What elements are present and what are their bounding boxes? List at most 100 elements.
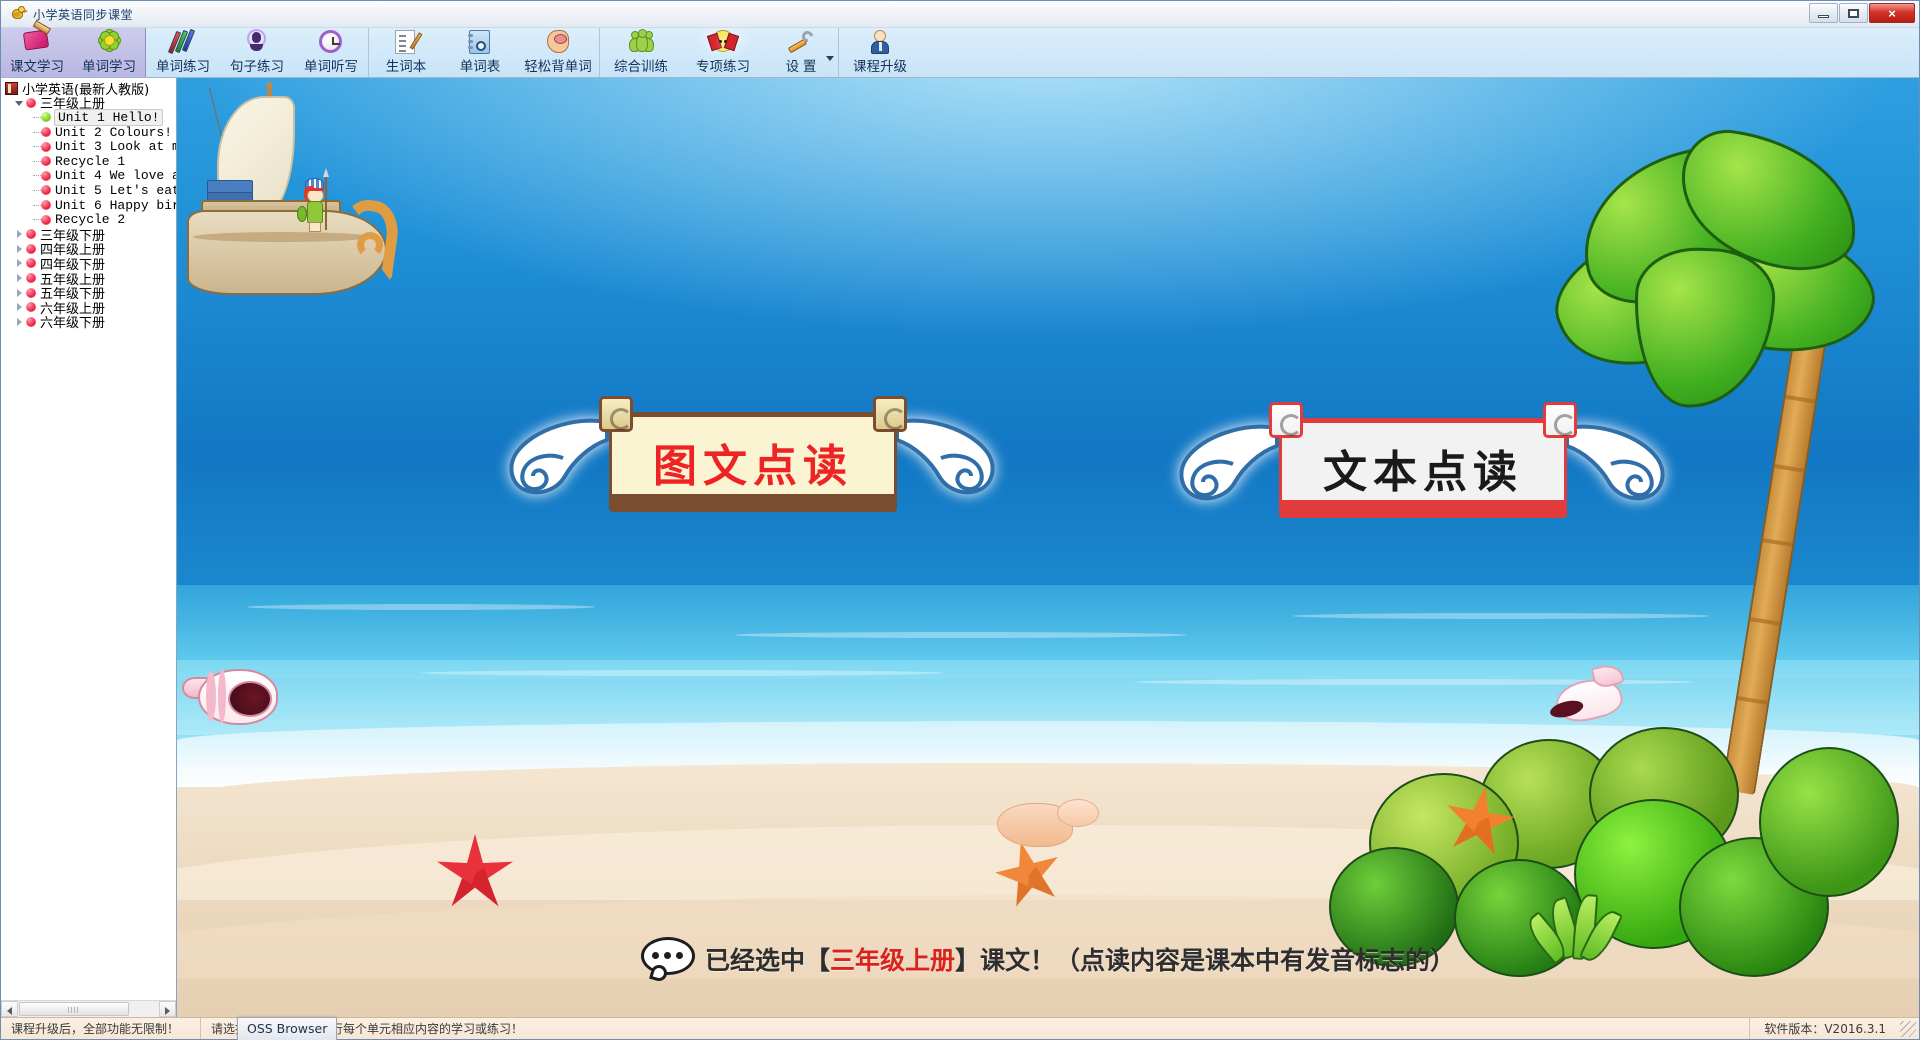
banner-text-reading[interactable]: 文本点读 [1177,396,1667,536]
main-stage: 图文点读 文本点读 已经选中【三年级上册】课文！（点读内容是课本中有发音标志的） [177,78,1919,1017]
banner-picture-text-reading[interactable]: 图文点读 [507,390,997,530]
selection-message: 已经选中【三年级上册】课文！（点读内容是课本中有发音标志的） [177,937,1919,983]
tree-node-grade3-upper[interactable]: 三年级上册 [3,96,176,112]
tree-item-label: Unit 4 We love animals [55,168,176,184]
tool-settings[interactable]: 设 置 [764,28,838,77]
training-tool-group: 综合训练 专项练习 设 置 [600,28,839,77]
wave-line [734,632,1188,638]
chevron-right-icon[interactable] [15,229,25,239]
tree-item-label: Recycle 1 [55,153,126,169]
node-bullet-icon [41,214,51,225]
node-bullet-icon [41,200,51,211]
course-tree[interactable]: 小学英语(最新人教版) 三年级上册 Unit 1 Hello! Unit 2 C… [1,78,176,1000]
tree-node-grade6-lower[interactable]: 六年级下册 [3,315,176,331]
ship-prow-curl [357,232,383,258]
chevron-right-icon[interactable] [15,273,25,283]
wave-line [246,603,596,610]
chevron-expanded-icon[interactable] [15,98,25,108]
banner-label: 文本点读 [1323,447,1523,498]
tool-easy-memorize-label: 轻松背单词 [524,59,592,74]
tree-item-unit1[interactable]: Unit 1 Hello! [3,108,176,126]
notepad-pen-icon [389,28,423,54]
sailing-ship [187,82,403,312]
node-bullet-icon [26,273,36,284]
tool-course-upgrade[interactable]: 课程升级 [839,28,921,77]
node-bullet-green-icon [41,112,51,123]
speech-bubble-icon [640,937,695,983]
tool-settings-label: 设 置 [785,59,817,74]
tree-item-unit5[interactable]: Unit 5 Let's eat! [3,183,176,198]
maximize-icon [1848,8,1859,18]
application-window: 小学英语同步课堂 × 课文学习 单词学习 单词练习 句子练习 单词听写 生词本 … [0,0,1920,1040]
tree-item-unit3[interactable]: Unit 3 Look at me! [3,139,176,154]
tree-item-unit2[interactable]: Unit 2 Colours! [3,125,176,140]
tool-comprehensive-training[interactable]: 综合训练 [600,28,682,77]
scroll-graphic: 图文点读 [595,396,911,522]
bush [1759,747,1899,897]
conch-shell [182,663,292,731]
upgrade-tool-group: 课程升级 [839,28,1919,77]
person-icon [863,28,897,54]
starfish [992,838,1066,912]
brain-head-icon [541,28,575,54]
tab-text-study[interactable]: 课文学习 [1,28,73,77]
tree-item-recycle1[interactable]: Recycle 1 [3,154,176,169]
chevron-right-icon[interactable] [15,317,25,327]
node-bullet-icon [41,185,51,196]
pencils-icon [166,28,200,55]
wing-icon [1561,418,1671,504]
message-suffix: 】课文！（点读内容是课本中有发音标志的） [955,946,1456,975]
tree-item-unit4[interactable]: Unit 4 We love animals [3,168,176,184]
tool-special-practice[interactable]: 专项练习 [682,28,764,77]
bird-icon [9,5,28,23]
scroll-left-arrow-icon[interactable] [1,1001,18,1017]
resize-grip[interactable] [1900,1020,1916,1037]
wing-icon [891,412,1001,498]
tab-word-study[interactable]: 单词学习 [73,28,145,77]
wrench-icon [784,28,818,54]
close-button[interactable]: × [1869,3,1915,23]
beach-rock [1057,799,1099,827]
chevron-right-icon[interactable] [15,288,25,298]
tool-word-list[interactable]: 单词表 [443,28,517,77]
status-upgrade-note: 课程升级后，全部功能无限制！ [1,1018,201,1039]
chevron-down-icon[interactable] [826,56,834,61]
tab-word-study-label: 单词学习 [82,59,136,74]
tree-connector [33,175,41,177]
tool-word-list-label: 单词表 [459,59,501,74]
tree-item-label: Unit 1 Hello! [54,108,164,126]
tool-word-dictation-label: 单词听写 [304,59,358,74]
tool-comprehensive-training-label: 综合训练 [614,59,668,74]
tool-sentence-practice-label: 句子练习 [230,59,284,74]
taskbar-item-oss-browser[interactable]: OSS Browser [237,1017,338,1040]
tool-easy-memorize[interactable]: 轻松背单词 [517,28,599,77]
tree-item-unit6[interactable]: Unit 6 Happy birthday! [3,198,176,213]
status-version: 软件版本：V2016.3.1 [1749,1018,1900,1039]
tool-special-practice-label: 专项练习 [696,59,750,74]
tab-text-study-label: 课文学习 [10,59,64,74]
spear-icon [323,168,329,230]
node-bullet-icon [26,243,36,254]
chevron-right-icon[interactable] [15,302,25,312]
tool-word-practice[interactable]: 单词练习 [146,28,220,77]
message-highlight: 三年级上册 [829,946,955,975]
ladybug-icon [706,28,740,54]
minimize-button[interactable] [1809,3,1838,23]
word-list-icon [463,28,497,54]
tree-item-label: Unit 5 Let's eat! [55,182,176,198]
tool-new-word-book[interactable]: 生词本 [369,28,443,77]
tree-item-label: Unit 3 Look at me! [55,139,176,155]
minimize-icon [1818,14,1829,18]
node-bullet-icon [26,287,36,298]
scrollbar-thumb[interactable] [19,1002,129,1016]
tool-sentence-practice[interactable]: 句子练习 [220,28,294,77]
scroll-right-arrow-icon[interactable] [159,1001,176,1017]
chevron-right-icon[interactable] [15,244,25,254]
maximize-button[interactable] [1839,3,1868,23]
tree-connector [33,131,41,133]
chevron-right-icon[interactable] [15,258,25,268]
tool-word-dictation[interactable]: 单词听写 [294,28,368,77]
banner-label: 图文点读 [653,441,853,492]
sidebar-horizontal-scrollbar[interactable] [1,1000,176,1017]
palm-frond [1631,245,1777,411]
